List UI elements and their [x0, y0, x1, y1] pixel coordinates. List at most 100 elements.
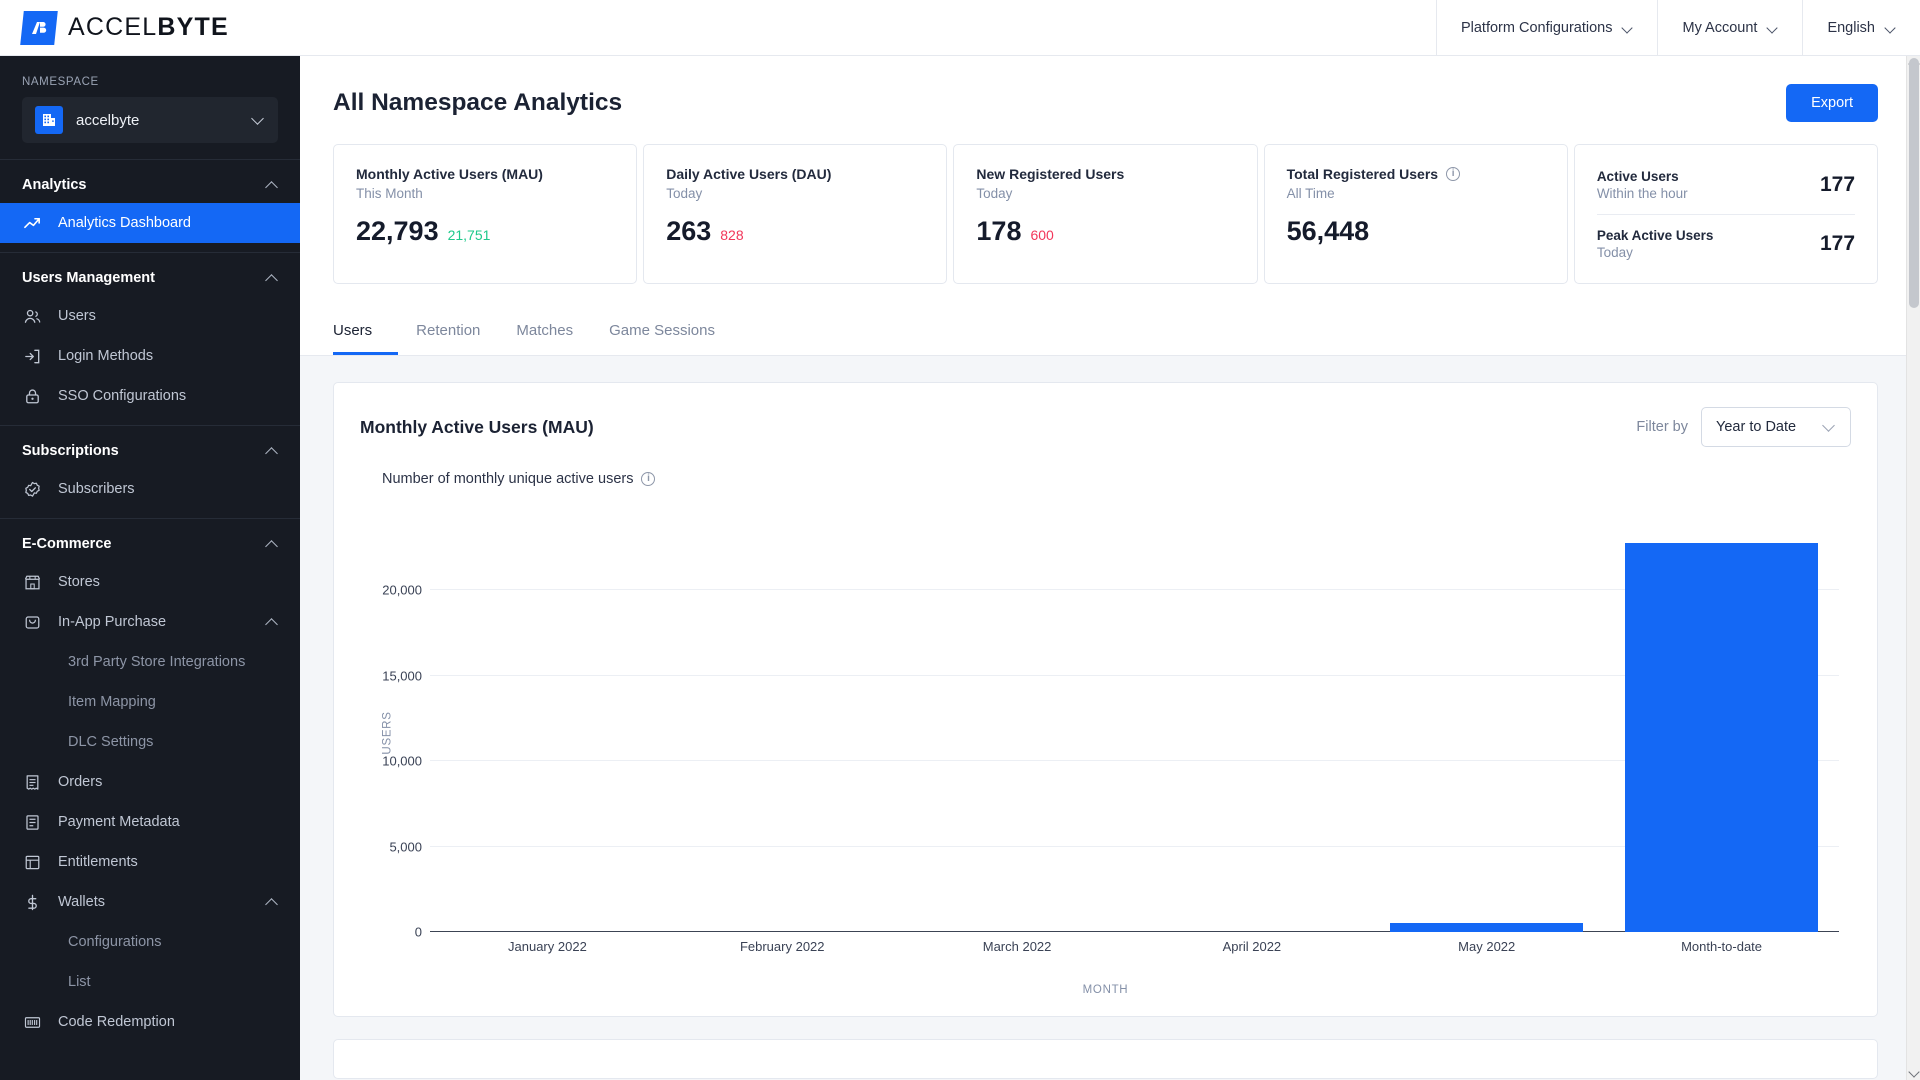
- stat-card-title: Daily Active Users (DAU): [666, 166, 924, 182]
- sidebar-subitem-label: Configurations: [68, 934, 162, 950]
- namespace-selector[interactable]: accelbyte: [22, 97, 278, 143]
- nav-group-header-subscriptions[interactable]: Subscriptions: [0, 439, 300, 469]
- filter-label: Filter by: [1636, 419, 1688, 435]
- list-icon: [22, 852, 42, 872]
- export-button[interactable]: Export: [1786, 84, 1878, 122]
- sidebar-subitem-configurations[interactable]: Configurations: [0, 922, 300, 962]
- x-axis-tick-label: March 2022: [982, 939, 1052, 954]
- chart-bar[interactable]: [1625, 542, 1818, 932]
- nav-group-header-analytics[interactable]: Analytics: [0, 173, 300, 203]
- sidebar-item-sso-configurations[interactable]: SSO Configurations: [0, 376, 300, 416]
- nav-group-header-users-management[interactable]: Users Management: [0, 266, 300, 296]
- sidebar-item-label: Stores: [58, 574, 100, 590]
- mini-stat-active-users: Active Users Within the hour 177: [1597, 156, 1855, 214]
- sidebar-item-entitlements[interactable]: Entitlements: [0, 842, 300, 882]
- mini-stat-label: Active Users: [1596, 168, 1679, 184]
- nav-group-header-ecommerce[interactable]: E-Commerce: [0, 532, 300, 562]
- tab-game-sessions[interactable]: Game Sessions: [591, 314, 733, 355]
- sidebar-subitem-3rd-party-store-integrations[interactable]: 3rd Party Store Integrations: [0, 642, 300, 682]
- chart-bar-slot: [665, 505, 900, 932]
- chevron-down-icon: [1824, 421, 1836, 433]
- sidebar-item-users[interactable]: Users: [0, 296, 300, 336]
- main-scrollbar[interactable]: [1906, 56, 1920, 1080]
- sidebar-item-code-redemption[interactable]: Code Redemption: [0, 1002, 300, 1042]
- scroll-down-arrow-icon[interactable]: [1908, 1066, 1920, 1078]
- chart-bar-slot: [900, 505, 1135, 932]
- namespace-label: NAMESPACE: [22, 76, 99, 88]
- sidebar-item-payment-metadata[interactable]: Payment Metadata: [0, 802, 300, 842]
- sidebar-item-label: In-App Purchase: [58, 614, 167, 630]
- lock-icon: [22, 386, 42, 406]
- page-title: All Namespace Analytics: [333, 89, 623, 116]
- sidebar-item-subscribers[interactable]: Subscribers: [0, 469, 300, 509]
- stat-card-delta: 21,751: [447, 227, 491, 243]
- chart-bar[interactable]: [1390, 923, 1583, 932]
- info-icon[interactable]: i: [641, 472, 656, 486]
- stat-title-text: Monthly Active Users (MAU): [356, 166, 543, 182]
- sidebar-item-orders[interactable]: Orders: [0, 762, 300, 802]
- chart-filter: Filter by Year to Date: [1636, 407, 1851, 447]
- nav-group-title: E-Commerce: [22, 536, 112, 552]
- document-icon: [22, 812, 42, 832]
- sidebar-subitem-item-mapping[interactable]: Item Mapping: [0, 682, 300, 722]
- topnav-item-platform-configurations[interactable]: Platform Configurations: [1435, 0, 1658, 55]
- sidebar-subitem-list[interactable]: List: [0, 962, 300, 1002]
- stat-card-subtitle: All Time: [1286, 186, 1335, 201]
- sidebar: NAMESPACE accelbyte Analytics Analytics …: [0, 56, 300, 1080]
- y-axis-tick-label: 15,000: [382, 668, 422, 684]
- tab-retention[interactable]: Retention: [398, 314, 498, 355]
- info-icon[interactable]: i: [1446, 167, 1461, 181]
- filter-selected-value: Year to Date: [1716, 419, 1797, 435]
- sidebar-item-login-methods[interactable]: Login Methods: [0, 336, 300, 376]
- filter-select[interactable]: Year to Date: [1701, 407, 1851, 447]
- sidebar-item-wallets[interactable]: Wallets: [0, 882, 300, 922]
- chevron-down-icon: [1768, 23, 1778, 33]
- sidebar-item-label: Orders: [58, 774, 103, 790]
- sidebar-subitem-label: Item Mapping: [68, 694, 156, 710]
- nav-group-title: Analytics: [22, 177, 87, 193]
- mini-stat-label: Peak Active Users: [1596, 227, 1714, 243]
- trending-up-icon: [22, 213, 42, 233]
- page-header: All Namespace Analytics Export: [300, 56, 1920, 144]
- chevron-up-icon: [267, 180, 278, 191]
- stat-card-value-row: 56,448: [1287, 216, 1545, 247]
- sidebar-item-in-app-purchase[interactable]: In-App Purchase: [0, 602, 300, 642]
- mini-stat-value: 177: [1819, 172, 1856, 196]
- chart-subtitle: Number of monthly unique active users i: [334, 465, 1877, 487]
- sidebar-item-label: Users: [58, 308, 96, 324]
- brand-logo[interactable]: ACCELBYTE: [0, 0, 300, 55]
- chart-bar-slot: [1134, 505, 1369, 932]
- chart-bars: [430, 505, 1839, 932]
- dollar-icon: [22, 892, 42, 912]
- scrollbar-thumb[interactable]: [1909, 58, 1919, 308]
- y-axis-tick-label: 0: [414, 924, 422, 940]
- chevron-up-icon: [267, 273, 278, 284]
- stat-card-value-row: 178 600: [976, 216, 1234, 247]
- y-axis-title: USERS: [381, 710, 394, 755]
- mini-stat-subtitle: Today: [1596, 244, 1633, 260]
- stat-title-text: Daily Active Users (DAU): [666, 166, 832, 182]
- tab-matches[interactable]: Matches: [498, 314, 591, 355]
- sidebar-item-label: Wallets: [58, 894, 105, 910]
- stat-title-text: Total Registered Users: [1286, 166, 1439, 182]
- tab-users[interactable]: Users: [333, 314, 399, 355]
- stat-card-value: 22,793: [356, 216, 439, 246]
- x-axis-tick-label: January 2022: [508, 939, 587, 954]
- sidebar-item-analytics-dashboard[interactable]: Analytics Dashboard: [0, 203, 300, 243]
- stat-card-active-users: Active Users Within the hour 177 Peak Ac…: [1573, 144, 1879, 284]
- topnav-item-language[interactable]: English: [1802, 0, 1920, 55]
- mini-stat-text: Peak Active Users Today: [1597, 228, 1714, 260]
- nav-group-subscriptions: Subscriptions Subscribers: [0, 425, 300, 518]
- chart-card-header: Monthly Active Users (MAU) Filter by Yea…: [334, 383, 1877, 465]
- chart-grid: 0 5,000 10,000 15,000 20,000: [382, 505, 1839, 940]
- stat-card-value: 178: [976, 216, 1022, 246]
- y-axis-tick-label: 5,000: [389, 839, 422, 855]
- stat-card-title: New Registered Users: [976, 166, 1234, 182]
- sidebar-item-label: SSO Configurations: [58, 388, 187, 404]
- sidebar-item-stores[interactable]: Stores: [0, 562, 300, 602]
- mini-stat-value: 177: [1819, 231, 1856, 255]
- sidebar-subitem-dlc-settings[interactable]: DLC Settings: [0, 722, 300, 762]
- stat-card-mau: Monthly Active Users (MAU) This Month 22…: [333, 144, 638, 284]
- topnav-item-my-account[interactable]: My Account: [1657, 0, 1802, 55]
- mini-stat-peak-active-users: Peak Active Users Today 177: [1596, 213, 1856, 273]
